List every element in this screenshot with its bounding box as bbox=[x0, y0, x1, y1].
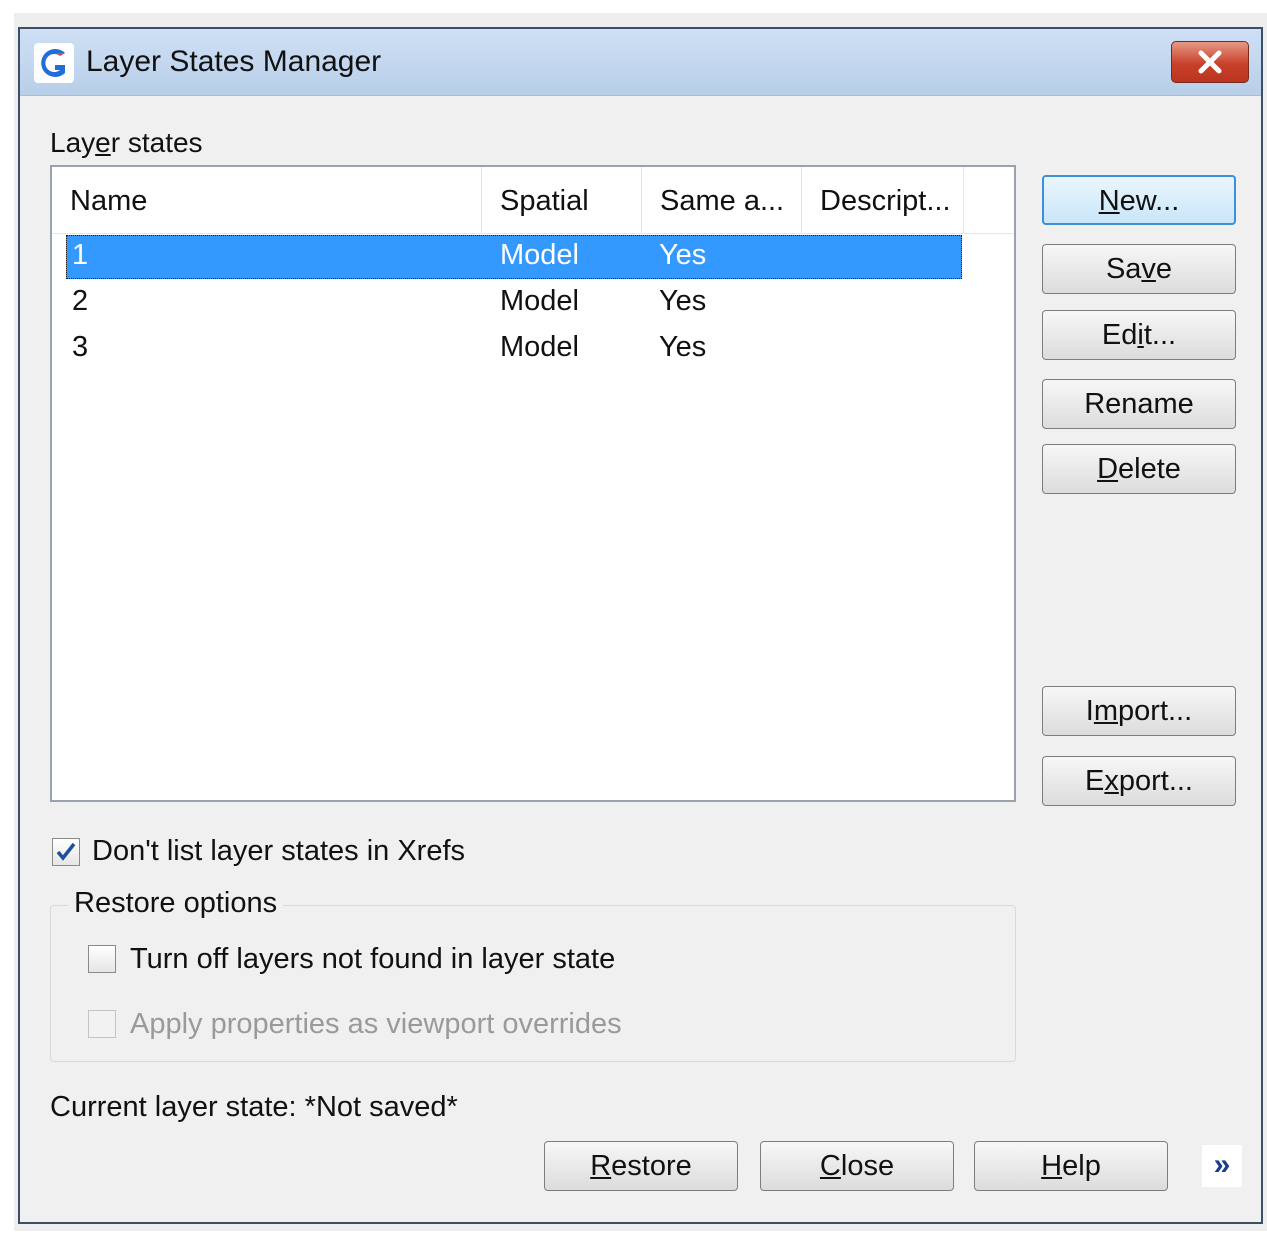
column-header-spatial[interactable]: Spatial bbox=[482, 167, 642, 233]
export-button[interactable]: Export... bbox=[1042, 756, 1236, 806]
layer-states-label: Layer states bbox=[50, 127, 203, 158]
save-button[interactable]: Save bbox=[1042, 244, 1236, 294]
table-row[interactable]: 2 Model Yes bbox=[66, 281, 962, 325]
table-row[interactable]: 3 Model Yes bbox=[66, 327, 962, 371]
turn-off-layers-checkbox[interactable] bbox=[88, 945, 116, 973]
window-title: Layer States Manager bbox=[86, 45, 382, 78]
app-logo-icon bbox=[34, 43, 74, 83]
cell-name: 3 bbox=[72, 331, 89, 363]
dont-list-xrefs-checkbox[interactable] bbox=[52, 838, 80, 866]
edit-button[interactable]: Edit... bbox=[1042, 310, 1236, 360]
column-header-same-as[interactable]: Same a... bbox=[642, 167, 802, 233]
checkmark-icon bbox=[56, 842, 76, 861]
cell-same-as: Yes bbox=[659, 285, 707, 317]
new-button[interactable]: New... bbox=[1042, 175, 1236, 225]
help-button[interactable]: Help bbox=[974, 1141, 1168, 1191]
column-header-description[interactable]: Descript... bbox=[802, 167, 964, 233]
import-button[interactable]: Import... bbox=[1042, 686, 1236, 736]
cell-name: 1 bbox=[72, 239, 89, 271]
table-row[interactable]: 1 Model Yes bbox=[66, 235, 962, 279]
current-layer-state: Current layer state: *Not saved* bbox=[50, 1091, 458, 1123]
new-button-label: ew... bbox=[1119, 185, 1180, 217]
turn-off-layers-label[interactable]: Turn off layers not found in layer state bbox=[130, 943, 615, 976]
layer-states-list[interactable]: Name Spatial Same a... Descript... 1 Mod… bbox=[50, 165, 1016, 802]
cell-same-as: Yes bbox=[659, 331, 707, 363]
dont-list-xrefs-label[interactable]: Don't list layer states in Xrefs bbox=[92, 835, 465, 868]
restore-options-title: Restore options bbox=[68, 887, 284, 920]
close-icon bbox=[1198, 50, 1222, 74]
layer-states-dialog: Layer States Manager Layer states Name S… bbox=[18, 27, 1263, 1224]
cell-name: 2 bbox=[72, 285, 89, 317]
list-header: Name Spatial Same a... Descript... bbox=[52, 167, 1014, 234]
expand-dialog-button[interactable]: » bbox=[1202, 1145, 1242, 1187]
restore-button[interactable]: Restore bbox=[544, 1141, 738, 1191]
rename-button[interactable]: Rename bbox=[1042, 379, 1236, 429]
title-bar[interactable]: Layer States Manager bbox=[20, 29, 1261, 96]
delete-button[interactable]: Delete bbox=[1042, 444, 1236, 494]
apply-viewport-overrides-checkbox bbox=[88, 1010, 116, 1038]
close-window-button[interactable] bbox=[1171, 41, 1249, 83]
cell-spatial: Model bbox=[500, 285, 579, 317]
column-header-name[interactable]: Name bbox=[52, 167, 482, 233]
cell-spatial: Model bbox=[500, 331, 579, 363]
cell-spatial: Model bbox=[500, 239, 579, 271]
close-button[interactable]: Close bbox=[760, 1141, 954, 1191]
cell-same-as: Yes bbox=[659, 239, 707, 271]
apply-viewport-overrides-label: Apply properties as viewport overrides bbox=[130, 1008, 622, 1040]
